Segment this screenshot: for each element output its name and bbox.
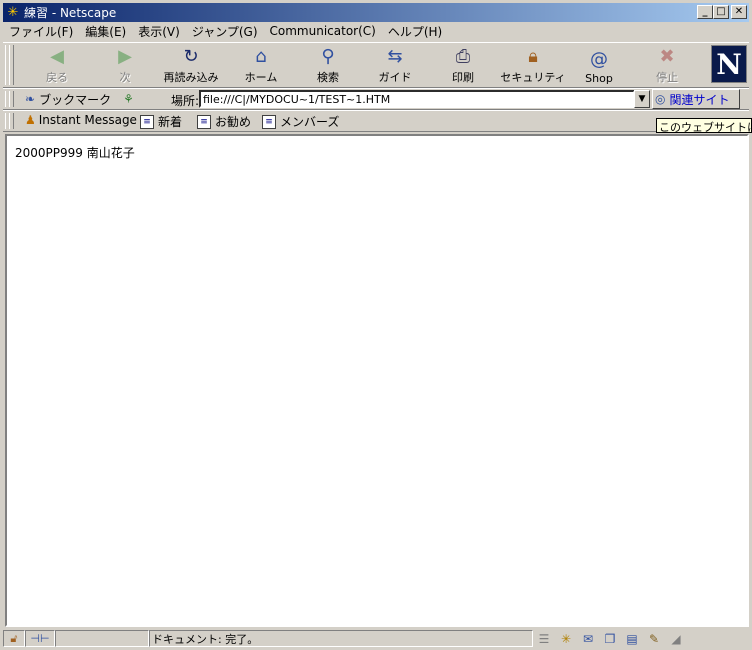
navigator-icon[interactable]: ✳ [555,630,577,647]
window-title: 練習 - Netscape [24,6,117,20]
menu-help[interactable]: ヘルプ(H) [382,23,448,40]
url-input[interactable] [199,90,635,108]
home-button[interactable]: ⌂ ホーム [241,45,281,85]
instant-message-link[interactable]: ♟ Instant Message [25,113,137,127]
print-button[interactable]: ⎙ 印刷 [445,45,481,85]
menu-bar: ファイル(F) 編集(E) 表示(V) ジャンプ(G) Communicator… [3,22,749,40]
bookmark-page-icon: ≡ [262,114,276,129]
status-text: ドキュメント: 完了。 [149,630,533,647]
tooltip: このウェブサイトに関 [656,118,752,133]
connection-indicator: ⊣⊢ [25,630,55,647]
bookmarks-button[interactable]: ❧ ブックマーク ⚘ [25,89,134,109]
search-button[interactable]: ⚲ 検索 [310,45,346,85]
new-link[interactable]: ≡ 新着 [140,113,182,130]
netscape-star-icon: ✳ [7,5,19,20]
members-link[interactable]: ≡ メンバーズ [262,113,339,130]
reload-button[interactable]: ↻ 再読み込み [159,45,223,85]
shop-button[interactable]: @ Shop [581,45,617,86]
plug-icon: ⊣⊢ [30,632,50,645]
page-content: 2000PP999 南山花子 [5,134,749,627]
progress-bar [55,630,149,647]
browser-window: ✳ 練習 - Netscape _ □ ✕ ファイル(F) 編集(E) 表示(V… [0,0,752,650]
location-toolbar: ❧ ブックマーク ⚘ 場所: ▼ ◎ 関連サイト [3,88,749,110]
bookmark-page-icon: ≡ [140,114,154,129]
toolbar-grip[interactable] [4,91,14,107]
location-label: 場所: [171,94,200,108]
stop-button[interactable]: ✖ 停止 [649,45,685,85]
bookmarks-icon: ❧ [25,92,36,106]
padlock-icon: 🔓︎ [10,631,18,645]
back-button[interactable]: ◀ 戻る [39,45,75,85]
menu-communicator[interactable]: Communicator(C) [264,24,382,38]
menu-view[interactable]: 表示(V) [132,23,186,40]
toolbar-grip[interactable] [4,45,14,85]
home-icon: ⌂ [255,45,267,67]
minimize-button[interactable]: _ [697,5,713,19]
content-text: 2000PP999 南山花子 [15,146,135,160]
guide-button[interactable]: ⇆ ガイド [377,45,413,85]
related-sites-button[interactable]: ◎ 関連サイト [652,89,740,109]
stop-icon: ✖ [659,45,675,67]
reload-icon: ↻ [183,45,199,67]
padlock-icon: 🔒︎ [528,45,538,67]
newsgroups-icon[interactable]: ❐ [599,630,621,647]
title-bar: ✳ 練習 - Netscape _ □ ✕ [3,3,749,22]
menu-go[interactable]: ジャンプ(G) [186,23,264,40]
address-book-icon[interactable]: ▤ [621,630,643,647]
menu-edit[interactable]: 編集(E) [79,23,132,40]
netscape-logo[interactable]: N [711,45,747,83]
back-arrow-icon: ◀ [50,45,64,67]
close-button[interactable]: ✕ [731,5,747,19]
security-button[interactable]: 🔒︎ セキュリティ [500,45,565,85]
search-icon: ⚲ [321,45,335,67]
maximize-button[interactable]: □ [713,5,729,19]
status-bar: 🔓︎ ⊣⊢ ドキュメント: 完了。 ☰ ✳ ✉ ❐ ▤ ✎ ◢ [3,629,749,648]
guide-signpost-icon: ⇆ [387,45,403,67]
security-lock-indicator[interactable]: 🔓︎ [3,630,25,647]
menu-file[interactable]: ファイル(F) [3,23,79,40]
toolbar-grip[interactable] [4,113,14,129]
chevron-down-icon: ▼ [638,94,646,104]
printer-icon: ⎙ [455,45,471,67]
mail-icon[interactable]: ✉ [577,630,599,647]
page-proxy-icon[interactable]: ⚘ [123,92,134,106]
separator-grip-icon: ☰ [538,631,550,646]
navigation-toolbar: ◀ 戻る ▶ 次 ↻ 再読み込み ⌂ ホーム ⚲ 検索 ⇆ ガイド ⎙ 印刷 🔒… [3,42,749,88]
composer-icon[interactable]: ✎ [643,630,665,647]
person-icon: ♟ [25,113,36,127]
personal-toolbar: ♟ Instant Message ≡ 新着 ≡ お勧め ≡ メンバーズ [3,110,749,132]
forward-button[interactable]: ▶ 次 [107,45,143,85]
recommend-link[interactable]: ≡ お勧め [197,113,251,130]
related-sites-icon: ◎ [655,92,666,106]
shopping-bag-icon: @ [590,48,608,70]
forward-arrow-icon: ▶ [118,45,132,67]
resize-grip-icon[interactable]: ◢ [665,630,687,647]
bookmark-page-icon: ≡ [197,114,211,129]
url-dropdown-button[interactable]: ▼ [634,90,650,108]
